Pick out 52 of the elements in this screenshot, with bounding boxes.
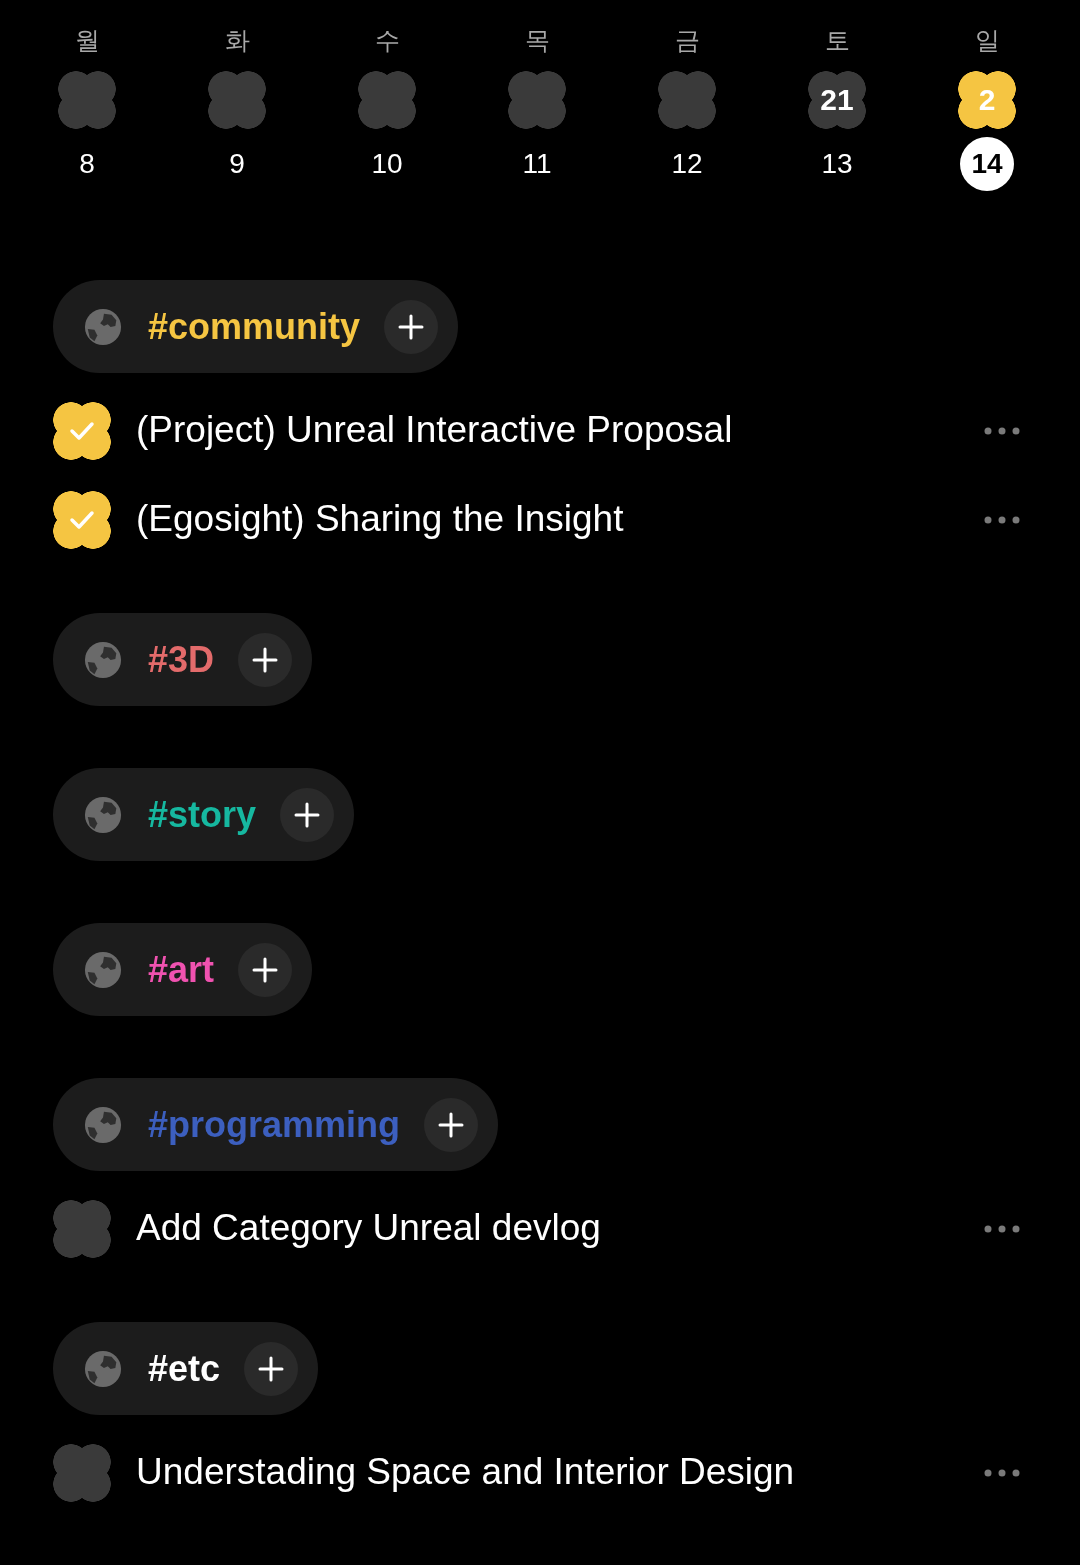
weekday-label: 화 bbox=[224, 25, 250, 56]
task-title: Understading Space and Interior Design bbox=[136, 1450, 795, 1495]
globe-icon bbox=[84, 1349, 122, 1388]
plus-icon bbox=[438, 1111, 465, 1138]
weekday-label: 금 bbox=[674, 25, 700, 56]
weekday-label: 일 bbox=[974, 25, 1000, 56]
globe-icon bbox=[84, 950, 122, 989]
task-title: (Egosight) Sharing the Insight bbox=[136, 497, 624, 542]
globe-icon bbox=[84, 307, 122, 346]
plus-icon bbox=[294, 801, 321, 828]
more-button[interactable] bbox=[984, 426, 1020, 435]
task-title: (Project) Unreal Interactive Proposal bbox=[136, 408, 733, 453]
weekday-label: 월 bbox=[74, 25, 100, 56]
more-icon bbox=[984, 515, 1020, 524]
checkbox[interactable] bbox=[53, 401, 111, 460]
more-icon bbox=[984, 426, 1020, 435]
more-button[interactable] bbox=[984, 515, 1020, 524]
date-number[interactable]: 11 bbox=[510, 137, 564, 191]
checkbox[interactable] bbox=[53, 1443, 111, 1502]
weekday-label: 토 bbox=[824, 25, 850, 56]
date-number[interactable]: 14 bbox=[960, 137, 1014, 191]
category-name: #art bbox=[148, 951, 215, 988]
plus-icon bbox=[252, 646, 279, 673]
checkbox[interactable] bbox=[53, 1199, 111, 1258]
more-button[interactable] bbox=[984, 1468, 1020, 1477]
plus-icon bbox=[398, 313, 425, 340]
plus-icon bbox=[252, 956, 279, 983]
task-count-badge: 21 bbox=[808, 71, 866, 129]
globe-icon bbox=[84, 640, 122, 679]
more-icon bbox=[984, 1468, 1020, 1477]
category-name: #etc bbox=[148, 1350, 221, 1387]
more-button[interactable] bbox=[984, 1224, 1020, 1233]
category-name: #story bbox=[148, 796, 257, 833]
check-icon bbox=[69, 420, 95, 441]
more-icon bbox=[984, 1224, 1020, 1233]
globe-icon bbox=[84, 1105, 122, 1144]
weekday-label: 목 bbox=[524, 25, 550, 56]
category-name: #programming bbox=[148, 1106, 401, 1143]
date-number[interactable]: 13 bbox=[810, 137, 864, 191]
task-title: Add Category Unreal devlog bbox=[136, 1206, 601, 1251]
date-number[interactable]: 12 bbox=[660, 137, 714, 191]
check-icon bbox=[69, 509, 95, 530]
category-name: #community bbox=[148, 308, 361, 345]
date-number[interactable]: 8 bbox=[60, 137, 114, 191]
task-count-badge: 2 bbox=[958, 71, 1016, 129]
date-number[interactable]: 10 bbox=[360, 137, 414, 191]
date-number[interactable]: 9 bbox=[210, 137, 264, 191]
checkbox[interactable] bbox=[53, 490, 111, 549]
plus-icon bbox=[258, 1355, 285, 1382]
weekday-label: 수 bbox=[374, 25, 400, 56]
category-name: #3D bbox=[148, 641, 215, 678]
globe-icon bbox=[84, 795, 122, 834]
